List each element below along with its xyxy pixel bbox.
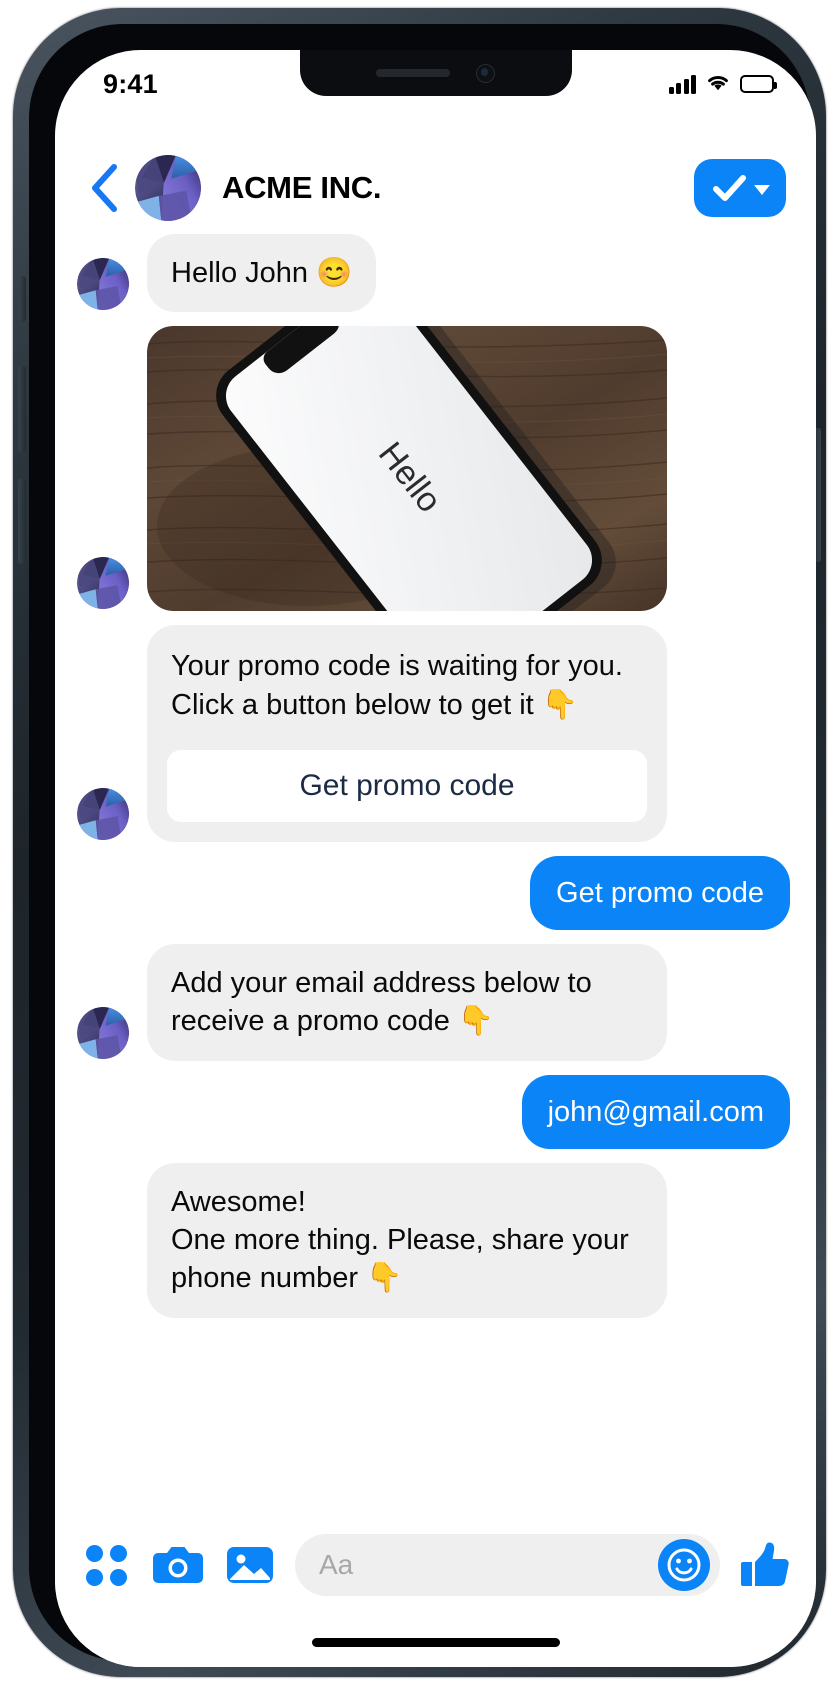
volume-up-button[interactable] [18, 366, 26, 452]
camera-icon [153, 1547, 203, 1583]
promo-card: Your promo code is waiting for you. Clic… [147, 625, 667, 842]
chat-header: ACME INC. [55, 142, 816, 234]
front-camera-icon [476, 63, 495, 83]
message-row-ask-email: Add your email address below to receive … [55, 944, 816, 1061]
volume-down-button[interactable] [18, 478, 26, 564]
back-button[interactable] [79, 161, 129, 215]
phone-bezel: 9:41 ACME INC. Hello John 😊 Hello Your p… [29, 24, 816, 1667]
smiley-face-icon [667, 1548, 701, 1582]
phone-device-frame: 9:41 ACME INC. Hello John 😊 Hello Your p… [13, 8, 826, 1677]
page-title: ACME INC. [222, 170, 382, 205]
message-bubble[interactable]: Hello John 😊 [147, 234, 377, 313]
sender-avatar [77, 258, 129, 311]
message-bubble[interactable]: Awesome! One more thing. Please, share y… [147, 1162, 667, 1318]
apps-grid-button[interactable] [79, 1538, 133, 1592]
message-bubble[interactable]: Add your email address below to receive … [147, 944, 667, 1061]
message-row-greeting: Hello John 😊 [55, 234, 816, 313]
camera-button[interactable] [151, 1538, 205, 1592]
message-row-user-get-promo: Get promo code [55, 855, 816, 931]
silent-switch-button[interactable] [19, 276, 26, 322]
message-image-attachment[interactable]: Hello [147, 326, 667, 612]
check-icon [712, 175, 746, 201]
acme-brand-avatar-icon [77, 787, 129, 840]
get-promo-code-button[interactable]: Get promo code [167, 749, 647, 822]
message-bubble-outgoing[interactable]: john@gmail.com [521, 1074, 790, 1149]
thumbs-up-icon [741, 1542, 789, 1586]
acme-brand-avatar-icon [77, 1006, 129, 1059]
acme-brand-avatar-icon [77, 258, 129, 311]
subscribe-button[interactable] [694, 159, 786, 217]
message-bubble-outgoing[interactable]: Get promo code [530, 855, 790, 931]
phone-screen: 9:41 ACME INC. Hello John 😊 Hello Your p… [55, 50, 816, 1667]
message-row-user-email: john@gmail.com [55, 1074, 816, 1149]
caret-down-icon [753, 185, 770, 195]
like-button[interactable] [738, 1538, 792, 1592]
apps-grid-icon [85, 1544, 127, 1586]
battery-full-icon [740, 75, 777, 93]
emoji-button[interactable] [658, 1539, 710, 1591]
text-input-container[interactable] [295, 1534, 720, 1596]
device-notch [299, 50, 572, 96]
message-row-ask-phone: Awesome! One more thing. Please, share y… [55, 1162, 816, 1318]
status-icons [668, 72, 777, 97]
phone-on-wood-photo: Hello [147, 326, 667, 612]
message-list[interactable]: Hello John 😊 Hello Your promo code is wa… [55, 234, 816, 1667]
message-row-image: Hello [55, 326, 816, 612]
avatar[interactable] [135, 155, 201, 221]
home-indicator[interactable] [311, 1638, 560, 1647]
sender-avatar [77, 787, 129, 840]
sender-avatar [77, 557, 129, 610]
gallery-button[interactable] [223, 1538, 277, 1592]
acme-brand-avatar-icon [77, 557, 129, 610]
image-icon [227, 1547, 273, 1583]
signal-bars-icon [668, 74, 696, 94]
back-chevron-icon [92, 164, 117, 212]
promo-card-text: Your promo code is waiting for you. Clic… [171, 650, 623, 721]
acme-brand-avatar-icon [135, 155, 201, 221]
message-input[interactable] [319, 1549, 658, 1581]
message-row-promo-card: Your promo code is waiting for you. Clic… [55, 625, 816, 842]
sender-avatar [77, 1006, 129, 1059]
status-time: 9:41 [103, 68, 158, 99]
wifi-icon [705, 72, 731, 97]
earpiece-speaker [376, 69, 450, 77]
